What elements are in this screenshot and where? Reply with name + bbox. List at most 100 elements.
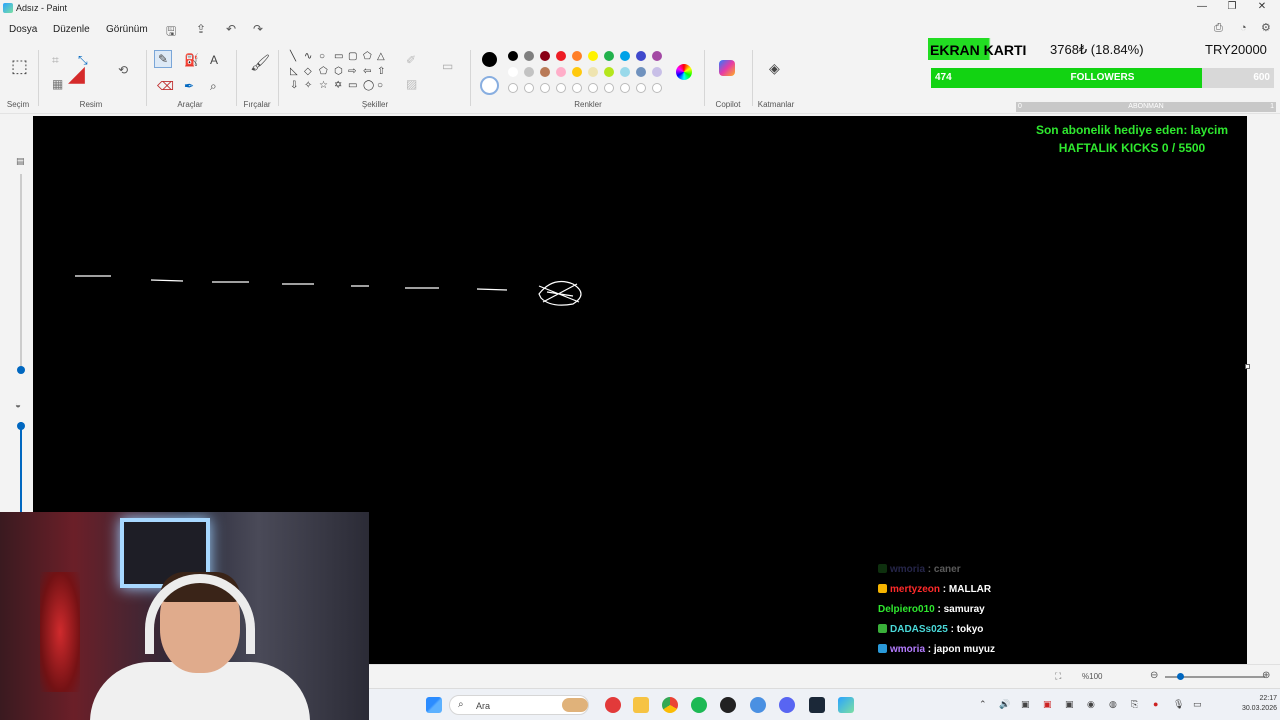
callout-shape-icon[interactable]: ▭: [348, 81, 357, 91]
pencil-icon[interactable]: ✎: [154, 50, 172, 68]
close-button[interactable]: ✕: [1252, 1, 1272, 12]
taskbar-search[interactable]: ⌕ Ara: [449, 695, 589, 715]
shape-options-icon[interactable]: ▭: [442, 60, 453, 72]
diamond-shape-icon[interactable]: ◇: [304, 67, 312, 77]
share-icon[interactable]: ⇪: [196, 22, 206, 36]
selection-rectangle-icon[interactable]: ⬚: [11, 57, 28, 75]
color-swatch[interactable]: [572, 67, 582, 77]
media-app-icon[interactable]: [605, 697, 621, 713]
right-arrow-shape-icon[interactable]: ⇨: [348, 67, 356, 77]
tray-app-icon[interactable]: ▣: [1065, 699, 1074, 710]
color-swatch[interactable]: [604, 67, 614, 77]
chat-username[interactable]: mertyzeon: [890, 584, 940, 595]
color-swatch[interactable]: [556, 67, 566, 77]
rounded-rectangle-shape-icon[interactable]: ▢: [348, 52, 357, 62]
chat-username[interactable]: wmoria: [890, 564, 925, 575]
curve-shape-icon[interactable]: ∿: [304, 52, 312, 62]
color-picker-icon[interactable]: ✒: [184, 80, 194, 92]
fill-icon[interactable]: ▨: [406, 78, 417, 90]
save-icon[interactable]: 🖫: [166, 22, 176, 43]
edit-colors-icon[interactable]: [676, 64, 692, 80]
color-swatch[interactable]: [652, 67, 662, 77]
zoom-level[interactable]: %100: [1082, 672, 1102, 681]
zoom-in-icon[interactable]: ⊕: [1262, 670, 1270, 681]
custom-color-slot[interactable]: [524, 83, 534, 93]
color-swatch[interactable]: [604, 51, 614, 61]
six-point-star-shape-icon[interactable]: ✡: [334, 81, 342, 91]
eraser-icon[interactable]: ⌫: [157, 80, 174, 92]
zoom-slider-thumb[interactable]: [1177, 673, 1184, 680]
color-swatch[interactable]: [524, 51, 534, 61]
undo-icon[interactable]: ↶: [226, 22, 236, 36]
remove-background-icon[interactable]: ▦: [52, 78, 63, 90]
color-swatch[interactable]: [540, 51, 550, 61]
size-slider-thumb[interactable]: [17, 366, 25, 374]
size-slider-track[interactable]: [20, 174, 22, 370]
fill-bucket-icon[interactable]: ⛽: [184, 54, 199, 66]
brush-icon[interactable]: 🖌: [250, 56, 270, 72]
color-swatch[interactable]: [636, 51, 646, 61]
chat-username[interactable]: DADASs025: [890, 624, 948, 635]
start-icon[interactable]: [426, 697, 442, 713]
discord-icon[interactable]: [779, 697, 795, 713]
color-swatch[interactable]: [556, 51, 566, 61]
spotify-icon[interactable]: [691, 697, 707, 713]
chrome-icon[interactable]: [662, 697, 678, 713]
notifications-icon[interactable]: ⎙: [1214, 22, 1223, 35]
menu-edit[interactable]: Düzenle: [53, 24, 90, 35]
file-explorer-icon[interactable]: [633, 697, 649, 713]
canvas-resize-handle[interactable]: [1245, 364, 1250, 369]
text-tool-icon[interactable]: A: [210, 54, 218, 66]
menu-view[interactable]: Görünüm: [106, 24, 148, 35]
tray-app-icon[interactable]: ◉: [1087, 699, 1095, 710]
custom-color-slot[interactable]: [588, 83, 598, 93]
down-arrow-shape-icon[interactable]: ⇩: [290, 81, 298, 91]
tray-app-icon[interactable]: ◍: [1109, 699, 1117, 710]
rotate-icon[interactable]: ⟲: [118, 64, 128, 76]
color-swatch[interactable]: [572, 51, 582, 61]
five-point-star-shape-icon[interactable]: ☆: [319, 81, 328, 91]
account-icon[interactable]: ◔: [1240, 22, 1247, 34]
color-swatch[interactable]: [636, 67, 646, 77]
pentagon-shape-icon[interactable]: ⬠: [319, 67, 328, 77]
color-swatch[interactable]: [652, 51, 662, 61]
secondary-color-swatch[interactable]: [480, 76, 499, 95]
left-arrow-shape-icon[interactable]: ⇦: [363, 67, 371, 77]
obs-icon[interactable]: [720, 697, 736, 713]
opacity-slider-thumb[interactable]: [17, 422, 25, 430]
custom-color-slot[interactable]: [508, 83, 518, 93]
color-swatch[interactable]: [524, 67, 534, 77]
copilot-icon[interactable]: [719, 60, 735, 76]
custom-color-slot[interactable]: [620, 83, 630, 93]
custom-color-slot[interactable]: [636, 83, 646, 93]
opacity-slider-track[interactable]: [20, 422, 22, 516]
polygon-shape-icon[interactable]: ⬠: [363, 52, 372, 62]
custom-color-slot[interactable]: [540, 83, 550, 93]
color-swatch[interactable]: [508, 67, 518, 77]
network-icon[interactable]: ▭: [1193, 699, 1202, 710]
color-swatch[interactable]: [620, 67, 630, 77]
crop-icon[interactable]: ⌗: [52, 54, 59, 66]
custom-color-slot[interactable]: [572, 83, 582, 93]
image-generator-icon[interactable]: ◢: [68, 63, 85, 85]
right-triangle-shape-icon[interactable]: ◺: [290, 67, 298, 77]
chat-username[interactable]: Delpiero010: [878, 604, 935, 615]
custom-color-slot[interactable]: [604, 83, 614, 93]
menu-file[interactable]: Dosya: [9, 24, 37, 35]
settings-gear-icon[interactable]: ⚙: [1261, 21, 1271, 34]
tray-app-icon[interactable]: ▣: [1021, 699, 1030, 710]
settings-app-icon[interactable]: [750, 697, 766, 713]
rectangle-shape-icon[interactable]: ▭: [334, 52, 343, 62]
custom-color-slot[interactable]: [652, 83, 662, 93]
magnifier-icon[interactable]: ⌕: [210, 80, 217, 92]
four-point-star-shape-icon[interactable]: ✧: [304, 81, 312, 91]
zoom-out-icon[interactable]: ⊖: [1150, 670, 1158, 681]
tray-app-icon[interactable]: ⎘: [1131, 699, 1138, 710]
color-swatch[interactable]: [620, 51, 630, 61]
restore-button[interactable]: ❐: [1222, 1, 1242, 12]
color-swatch[interactable]: [588, 67, 598, 77]
hexagon-shape-icon[interactable]: ⬡: [334, 67, 343, 77]
up-arrow-shape-icon[interactable]: ⇧: [377, 67, 385, 77]
primary-color-swatch[interactable]: [482, 52, 497, 67]
color-swatch[interactable]: [588, 51, 598, 61]
